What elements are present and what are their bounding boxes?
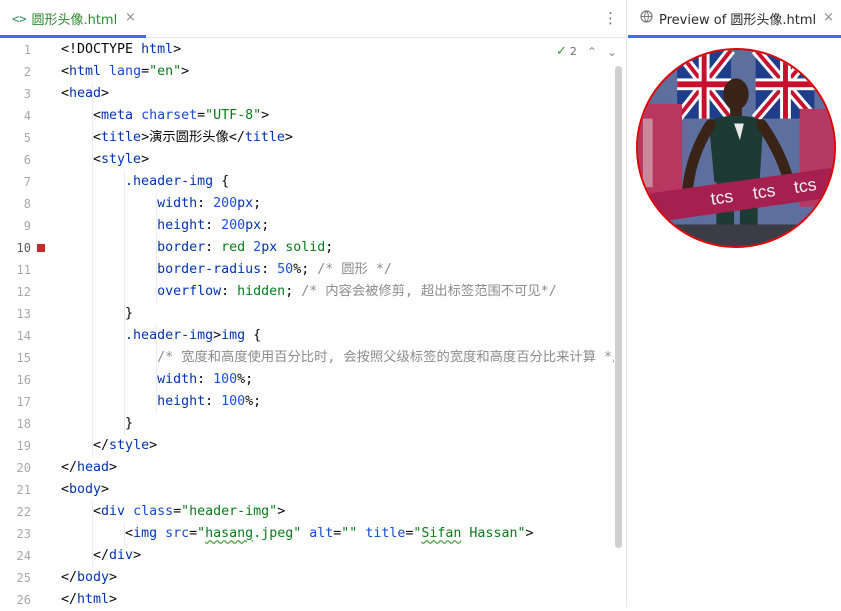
- code-line[interactable]: </html>: [61, 589, 117, 607]
- banner-text: tcs: [709, 186, 734, 209]
- line-number[interactable]: 14: [0, 325, 31, 347]
- close-icon[interactable]: ×: [823, 10, 834, 25]
- banner-text: tcs: [751, 180, 776, 203]
- line-number[interactable]: 11: [0, 259, 31, 281]
- line-number[interactable]: 19: [0, 435, 31, 457]
- code-line[interactable]: <!DOCTYPE html>: [61, 39, 181, 61]
- active-tab-indicator: [628, 35, 841, 38]
- code-line[interactable]: </head>: [61, 457, 117, 479]
- line-number[interactable]: 17: [0, 391, 31, 413]
- editor-tab-bar: <> 圆形头像.html × ⋮: [0, 0, 626, 38]
- more-options-icon[interactable]: ⋮: [603, 9, 618, 27]
- line-number[interactable]: 9: [0, 215, 31, 237]
- chevron-up-icon[interactable]: ⌃: [587, 45, 597, 59]
- code-line[interactable]: <body>: [61, 479, 109, 501]
- line-number[interactable]: 25: [0, 567, 31, 589]
- code-line[interactable]: .header-img>img {: [61, 325, 261, 347]
- html-file-icon: <>: [12, 11, 27, 26]
- code-line[interactable]: .header-img {: [61, 171, 229, 193]
- code-line[interactable]: <div class="header-img">: [61, 501, 285, 523]
- code-line[interactable]: }: [61, 303, 133, 325]
- breakpoint-marker[interactable]: [37, 244, 45, 252]
- code-line[interactable]: border: red 2px solid;: [61, 237, 333, 259]
- line-number[interactable]: 3: [0, 83, 31, 105]
- line-number[interactable]: 8: [0, 193, 31, 215]
- preview-pane: Preview of 圆形头像.html × tcs tcs tcs: [628, 0, 841, 607]
- code-line[interactable]: <title>演示圆形头像</title>: [61, 127, 293, 149]
- editor-pane: <> 圆形头像.html × ⋮ 1 2 3 4 5 6 7 8 9 10 11 12 13 14 15 16…: [0, 0, 627, 607]
- preview-tab-title: Preview of 圆形头像.html: [659, 13, 817, 28]
- line-number[interactable]: 2: [0, 61, 31, 83]
- line-number[interactable]: 20: [0, 457, 31, 479]
- code-line[interactable]: /* 宽度和高度使用百分比时, 会按照父级标签的宽度和高度百分比来计算 */: [61, 347, 614, 369]
- line-number[interactable]: 6: [0, 149, 31, 171]
- inspection-count: 2: [569, 45, 577, 58]
- code-line[interactable]: }: [61, 413, 133, 435]
- code-line[interactable]: border-radius: 50%; /* 圆形 */: [61, 259, 392, 281]
- runner-photo: tcs tcs tcs: [638, 50, 834, 246]
- line-number[interactable]: 24: [0, 545, 31, 567]
- line-number[interactable]: 22: [0, 501, 31, 523]
- line-number[interactable]: 5: [0, 127, 31, 149]
- line-number[interactable]: 7: [0, 171, 31, 193]
- line-number[interactable]: 23: [0, 523, 31, 545]
- line-number[interactable]: 16: [0, 369, 31, 391]
- code-line[interactable]: <head>: [61, 83, 109, 105]
- line-number[interactable]: 21: [0, 479, 31, 501]
- inspection-widget[interactable]: ✓ 2 ⌃ ⌄: [556, 44, 617, 59]
- line-number[interactable]: 4: [0, 105, 31, 127]
- line-number[interactable]: 12: [0, 281, 31, 303]
- code-line[interactable]: <meta charset="UTF-8">: [61, 105, 269, 127]
- code-line[interactable]: width: 200px;: [61, 193, 261, 215]
- code-line[interactable]: </style>: [61, 435, 157, 457]
- code-line[interactable]: <style>: [61, 149, 149, 171]
- code-line[interactable]: height: 200px;: [61, 215, 269, 237]
- line-number[interactable]: 18: [0, 413, 31, 435]
- line-number[interactable]: 15: [0, 347, 31, 369]
- line-number[interactable]: 13: [0, 303, 31, 325]
- close-icon[interactable]: ×: [125, 10, 136, 25]
- banner-text: tcs: [793, 174, 818, 197]
- code-line[interactable]: </body>: [61, 567, 117, 589]
- code-line[interactable]: height: 100%;: [61, 391, 261, 413]
- chevron-down-icon[interactable]: ⌄: [607, 45, 617, 59]
- circular-avatar: tcs tcs tcs: [636, 48, 836, 248]
- preview-tab[interactable]: Preview of 圆形头像.html ×: [628, 0, 841, 38]
- code-line[interactable]: </div>: [61, 545, 141, 567]
- line-number-gutter[interactable]: 1 2 3 4 5 6 7 8 9 10 11 12 13 14 15 16 17 18 19 20 21 22 23 24 2…: [0, 38, 58, 607]
- code-editor[interactable]: <!DOCTYPE html> <html lang="en"> <head> <m…: [58, 38, 614, 607]
- code-line[interactable]: <html lang="en">: [61, 61, 189, 83]
- code-line[interactable]: width: 100%;: [61, 369, 253, 391]
- code-line[interactable]: overflow: hidden; /* 内容会被修剪, 超出标签范围不可见*/: [61, 281, 557, 303]
- line-number[interactable]: 1: [0, 39, 31, 61]
- line-number[interactable]: 26: [0, 589, 31, 611]
- globe-icon: [640, 10, 653, 27]
- check-icon: ✓: [556, 44, 567, 59]
- code-line[interactable]: <img src="hasang.jpeg" alt="" title="Sif…: [61, 523, 533, 545]
- editor-tab-title: 圆形头像.html: [31, 13, 118, 28]
- editor-tab[interactable]: <> 圆形头像.html ×: [0, 0, 146, 38]
- line-number[interactable]: 10: [0, 237, 31, 259]
- vertical-scrollbar[interactable]: [615, 66, 622, 548]
